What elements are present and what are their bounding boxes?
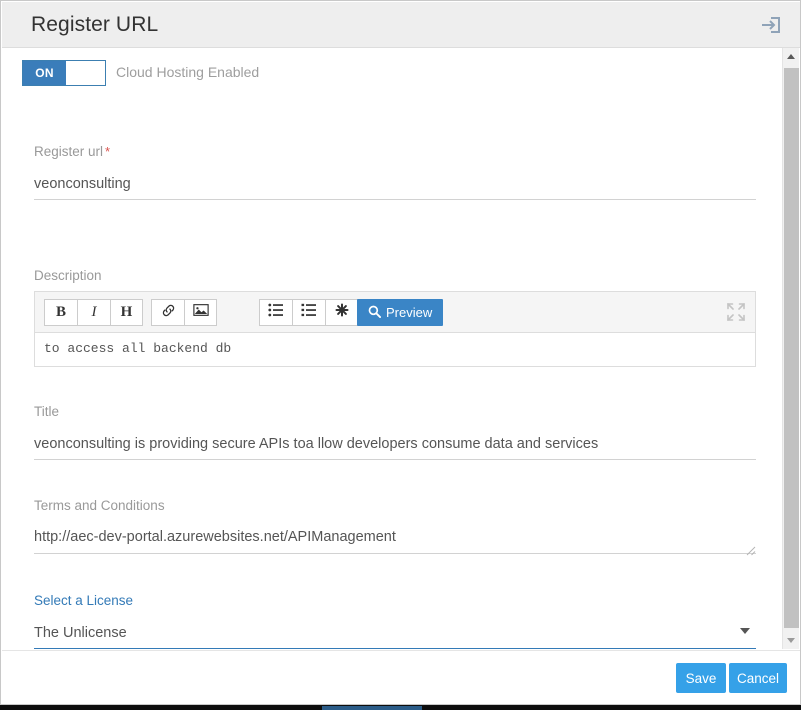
terms-label: Terms and Conditions <box>34 498 165 513</box>
license-select-value[interactable]: The Unlicense <box>34 625 127 641</box>
save-button[interactable]: Save <box>676 663 726 693</box>
description-markdown-editor: B I H <box>34 291 756 367</box>
register-url-input[interactable]: veonconsulting <box>34 176 131 192</box>
italic-icon: I <box>92 304 97 321</box>
vertical-scrollbar[interactable] <box>782 48 799 649</box>
register-url-underline <box>34 199 756 200</box>
title-underline <box>34 459 756 460</box>
register-url-label-text: Register url <box>34 144 103 159</box>
terms-textarea[interactable]: http://aec-dev-portal.azurewebsites.net/… <box>34 529 396 545</box>
toggle-state-label: ON <box>23 61 66 85</box>
asterisk-button[interactable] <box>325 299 358 326</box>
caret-down-icon[interactable] <box>783 632 799 649</box>
modal-header: Register URL <box>2 2 801 48</box>
text-format-button-group: B I H <box>44 299 143 326</box>
modal-footer: Save Cancel <box>2 650 801 705</box>
register-url-modal: Register URL ON Cloud Hosting Enabled Re… <box>0 0 801 705</box>
bottom-taskbar-strip <box>0 705 801 710</box>
link-icon <box>161 303 176 323</box>
asterisk-icon <box>335 303 349 322</box>
register-url-label: Register url* <box>34 144 110 159</box>
image-button[interactable] <box>184 299 217 326</box>
taskbar-accent <box>322 706 422 710</box>
register-url-form: ON Cloud Hosting Enabled Register url* v… <box>2 48 784 649</box>
heading-icon: H <box>121 304 133 321</box>
required-marker: * <box>105 144 110 159</box>
image-icon <box>193 303 209 322</box>
sign-in-arrow-icon[interactable] <box>759 13 783 37</box>
cancel-button[interactable]: Cancel <box>729 663 787 693</box>
cloud-hosting-label: Cloud Hosting Enabled <box>116 64 259 80</box>
fullscreen-expand-icon[interactable] <box>727 303 745 321</box>
search-icon <box>368 305 381 321</box>
cloud-hosting-toggle[interactable]: ON <box>22 60 106 86</box>
title-input[interactable]: veonconsulting is providing secure APIs … <box>34 436 598 452</box>
scrollbar-thumb[interactable] <box>784 68 799 628</box>
terms-underline <box>34 553 756 554</box>
preview-button[interactable]: Preview <box>357 299 443 326</box>
bold-button[interactable]: B <box>44 299 77 326</box>
title-label: Title <box>34 404 59 419</box>
unordered-list-button[interactable] <box>259 299 292 326</box>
page-title: Register URL <box>31 13 158 37</box>
italic-button[interactable]: I <box>77 299 110 326</box>
markdown-toolbar: B I H <box>35 292 755 333</box>
ordered-list-icon <box>301 303 317 322</box>
heading-button[interactable]: H <box>110 299 143 326</box>
description-textarea[interactable]: to access all backend db <box>35 333 755 367</box>
preview-button-label: Preview <box>386 305 432 320</box>
license-label: Select a License <box>34 593 133 608</box>
license-underline <box>34 648 756 649</box>
insert-button-group <box>151 299 217 326</box>
textarea-resize-grip[interactable] <box>746 543 756 553</box>
chevron-down-icon[interactable] <box>740 628 750 634</box>
caret-up-icon[interactable] <box>783 48 799 65</box>
unordered-list-icon <box>268 303 284 322</box>
ordered-list-button[interactable] <box>292 299 325 326</box>
modal-body: ON Cloud Hosting Enabled Register url* v… <box>2 48 801 649</box>
bold-icon: B <box>56 304 66 321</box>
link-button[interactable] <box>151 299 184 326</box>
description-label: Description <box>34 268 102 283</box>
